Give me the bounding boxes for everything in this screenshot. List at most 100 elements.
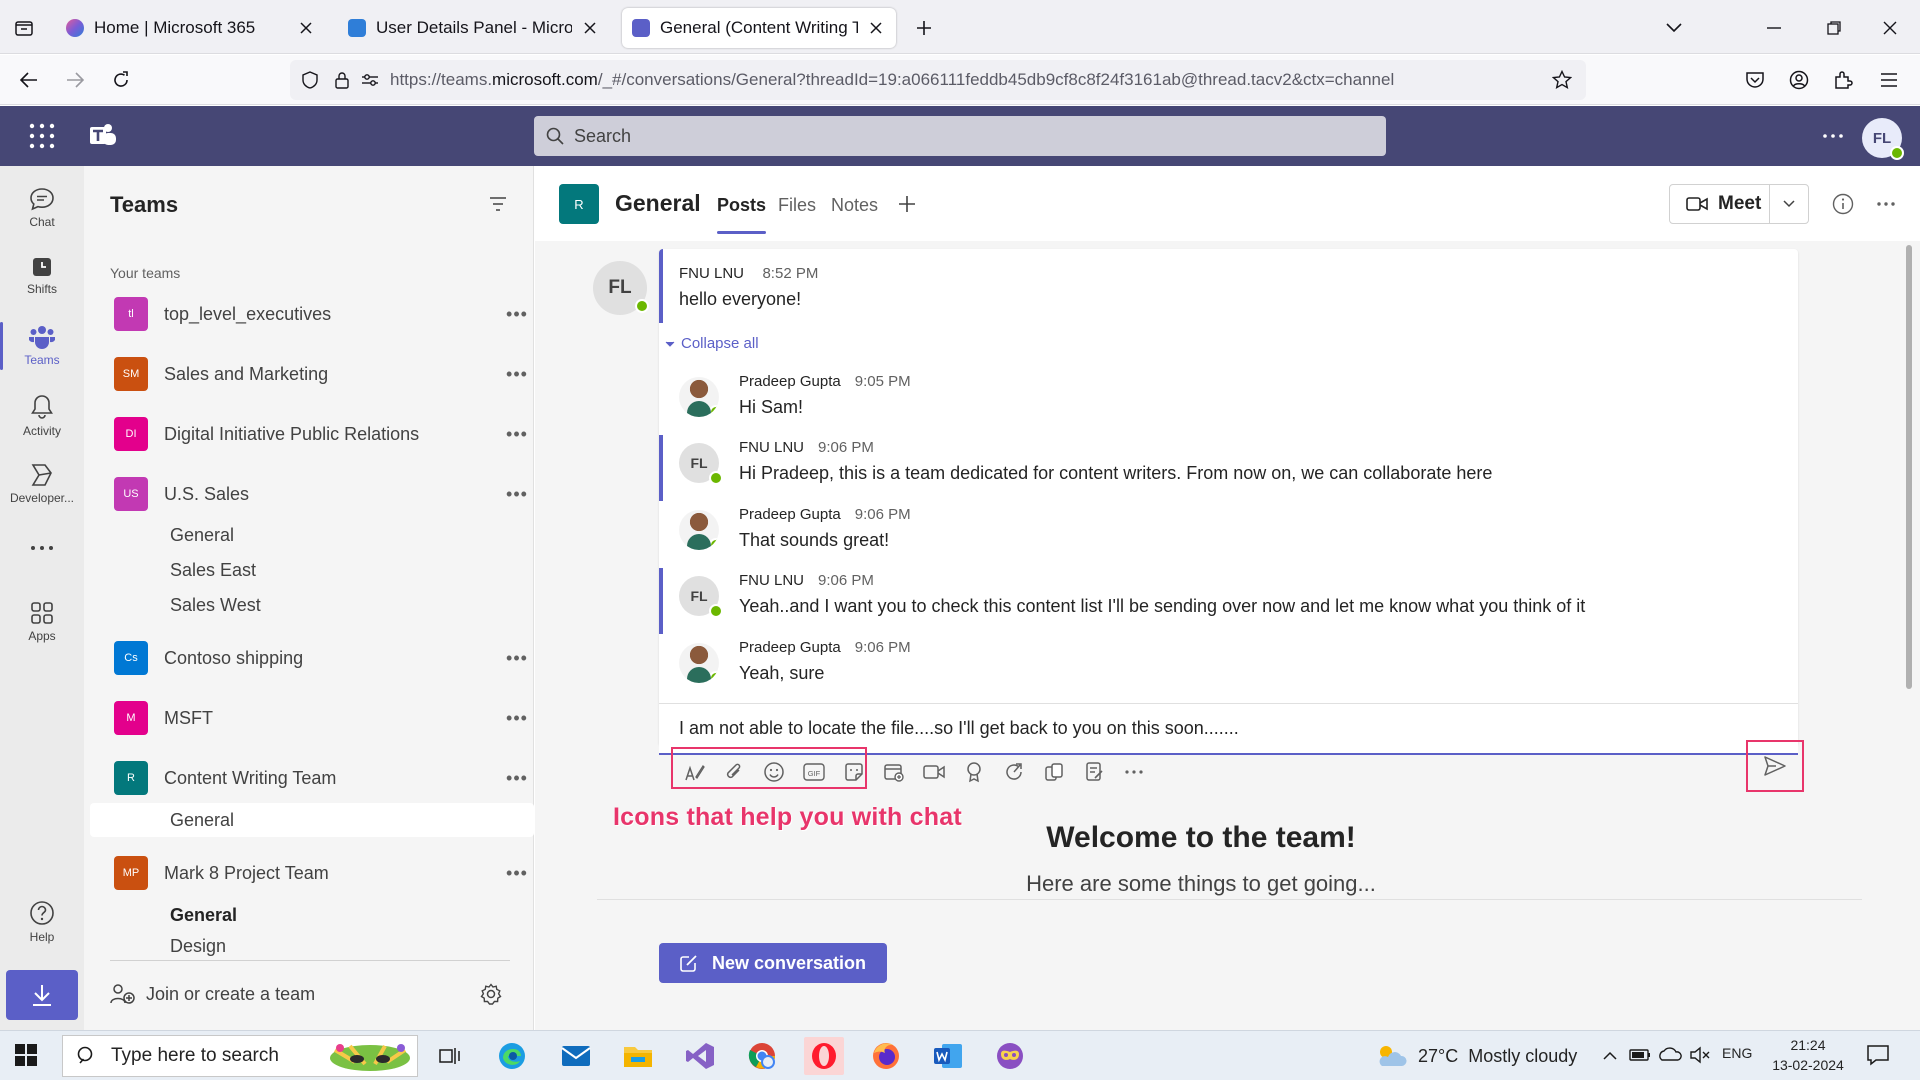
- forward-arrow-icon[interactable]: [60, 65, 90, 95]
- close-tab-icon[interactable]: [296, 18, 316, 38]
- approvals-icon[interactable]: [1081, 759, 1107, 785]
- team-item-content-writing-team[interactable]: R Content Writing Team •••: [90, 754, 534, 802]
- team-item-contoso-shipping[interactable]: Cs Contoso shipping •••: [90, 634, 534, 682]
- rail-item-apps[interactable]: Apps: [0, 590, 84, 654]
- reply-message[interactable]: Pradeep Gupta 9:06 PM Yeah, sure: [659, 635, 1798, 701]
- team-item-digital-initiative[interactable]: DI Digital Initiative Public Relations •…: [90, 410, 534, 458]
- reply-message[interactable]: Pradeep Gupta 9:06 PM That sounds great!: [659, 502, 1798, 568]
- team-more-options-icon[interactable]: •••: [502, 861, 532, 885]
- mail-icon[interactable]: [556, 1037, 596, 1075]
- team-item-top-level-executives[interactable]: tl top_level_executives •••: [90, 290, 534, 338]
- volume-muted-icon[interactable]: [1688, 1043, 1712, 1067]
- channel-info-icon[interactable]: [1831, 192, 1855, 216]
- teams-taskbar-icon[interactable]: [990, 1037, 1030, 1075]
- tab-overflow-chevron-icon[interactable]: [1660, 14, 1688, 42]
- collapse-all-link[interactable]: Collapse all: [665, 335, 759, 352]
- reply-message[interactable]: FL FNU LNU 9:06 PM Yeah..and I want you t…: [659, 568, 1798, 634]
- weather-widget[interactable]: 27°C Mostly cloudy: [1374, 1039, 1577, 1073]
- notification-center-icon[interactable]: [1866, 1043, 1892, 1069]
- post-author-avatar[interactable]: FL: [593, 261, 649, 315]
- lock-icon[interactable]: [332, 70, 352, 90]
- team-item-sales-and-marketing[interactable]: SM Sales and Marketing •••: [90, 350, 534, 398]
- download-app-button[interactable]: [6, 970, 78, 1020]
- more-options-dots-icon[interactable]: [1121, 759, 1147, 785]
- windows-start-icon[interactable]: [14, 1043, 40, 1069]
- taskbar-search-box[interactable]: [62, 1035, 418, 1077]
- channel-item-design[interactable]: Design: [90, 932, 534, 958]
- team-more-options-icon[interactable]: •••: [502, 422, 532, 446]
- tab-notes[interactable]: Notes: [831, 195, 878, 216]
- reply-message[interactable]: FL FNU LNU 9:06 PM Hi Pradeep, this is a …: [659, 435, 1798, 501]
- team-more-options-icon[interactable]: •••: [502, 766, 532, 790]
- chrome-icon[interactable]: [742, 1037, 782, 1075]
- settings-more-icon[interactable]: [1818, 124, 1848, 148]
- user-avatar[interactable]: FL: [1862, 118, 1904, 160]
- edge-browser-icon[interactable]: [492, 1037, 532, 1075]
- hamburger-menu-icon[interactable]: [1874, 65, 1904, 95]
- channel-item-general-mark8[interactable]: General: [90, 898, 534, 932]
- filter-icon[interactable]: [486, 192, 510, 216]
- initials-avatar[interactable]: FL: [679, 443, 723, 485]
- browser-tab-m365[interactable]: Home | Microsoft 365: [56, 8, 326, 48]
- search-input[interactable]: [574, 125, 1354, 147]
- format-pen-icon[interactable]: [681, 759, 707, 785]
- app-launcher-waffle-icon[interactable]: [28, 122, 56, 150]
- rail-item-chat[interactable]: Chat: [0, 176, 84, 240]
- visual-studio-icon[interactable]: [680, 1037, 720, 1075]
- new-tab-button[interactable]: [910, 14, 938, 42]
- extensions-icon[interactable]: [1828, 65, 1858, 95]
- restore-window-icon[interactable]: [1820, 14, 1848, 42]
- gif-icon[interactable]: GIF: [801, 759, 827, 785]
- close-window-icon[interactable]: [1876, 14, 1904, 42]
- loop-component-icon[interactable]: [1041, 759, 1067, 785]
- close-tab-icon[interactable]: [580, 18, 600, 38]
- profile-photo-avatar[interactable]: [679, 510, 719, 550]
- system-clock[interactable]: 21:24 13-02-2024: [1768, 1035, 1848, 1075]
- shield-icon[interactable]: [300, 70, 320, 90]
- site-permissions-icon[interactable]: [360, 70, 380, 90]
- reply-input[interactable]: [679, 718, 1779, 739]
- send-button[interactable]: [1746, 740, 1804, 792]
- address-bar[interactable]: https://teams.microsoft.com/_#/conversat…: [290, 60, 1586, 100]
- team-more-options-icon[interactable]: •••: [502, 706, 532, 730]
- back-arrow-icon[interactable]: [14, 65, 44, 95]
- firefox-icon[interactable]: [866, 1037, 906, 1075]
- team-item-mark-8-project-team[interactable]: MP Mark 8 Project Team •••: [90, 849, 534, 897]
- word-icon[interactable]: [928, 1037, 968, 1075]
- close-tab-icon[interactable]: [866, 18, 886, 38]
- show-hidden-icons-chevron-icon[interactable]: [1598, 1043, 1622, 1067]
- reload-icon[interactable]: [106, 65, 136, 95]
- rail-item-activity[interactable]: Activity: [0, 384, 84, 448]
- channel-item-general-selected[interactable]: General: [90, 803, 534, 837]
- battery-icon[interactable]: [1628, 1043, 1652, 1067]
- meet-dropdown-chevron-icon[interactable]: [1768, 185, 1808, 223]
- tab-posts[interactable]: Posts: [717, 195, 767, 234]
- join-or-create-team-button[interactable]: Join or create a team: [110, 974, 510, 1014]
- initials-avatar[interactable]: FL: [679, 576, 723, 618]
- loop-refresh-icon[interactable]: [1001, 759, 1027, 785]
- team-more-options-icon[interactable]: •••: [502, 362, 532, 386]
- search-box[interactable]: [534, 116, 1386, 156]
- channel-item-sales-west[interactable]: Sales West: [90, 588, 534, 622]
- reply-message[interactable]: Pradeep Gupta 9:05 PM Hi Sam!: [659, 369, 1798, 435]
- browser-tab-user-details[interactable]: User Details Panel - Microsoft 3: [338, 8, 610, 48]
- team-more-options-icon[interactable]: •••: [502, 646, 532, 670]
- channel-more-options-icon[interactable]: [1873, 192, 1899, 216]
- gear-icon[interactable]: [480, 983, 502, 1005]
- emoji-smiley-icon[interactable]: [761, 759, 787, 785]
- team-more-options-icon[interactable]: •••: [502, 482, 532, 506]
- scrollbar-thumb[interactable]: [1906, 245, 1912, 689]
- file-explorer-icon[interactable]: [618, 1037, 658, 1075]
- meet-button[interactable]: Meet: [1669, 184, 1809, 224]
- schedule-meeting-icon[interactable]: [881, 759, 907, 785]
- browser-tab-teams-general[interactable]: General (Content Writing Team: [622, 8, 896, 48]
- bookmark-star-icon[interactable]: [1552, 70, 1572, 90]
- network-icon[interactable]: [1658, 1043, 1682, 1067]
- new-conversation-button[interactable]: New conversation: [659, 943, 887, 983]
- rail-item-help[interactable]: Help: [0, 890, 84, 954]
- attach-paperclip-icon[interactable]: [721, 759, 747, 785]
- channel-item-general[interactable]: General: [90, 518, 534, 552]
- rail-item-developer[interactable]: Developer...: [0, 452, 84, 516]
- rail-more-apps[interactable]: [0, 518, 84, 582]
- praise-badge-icon[interactable]: [961, 759, 987, 785]
